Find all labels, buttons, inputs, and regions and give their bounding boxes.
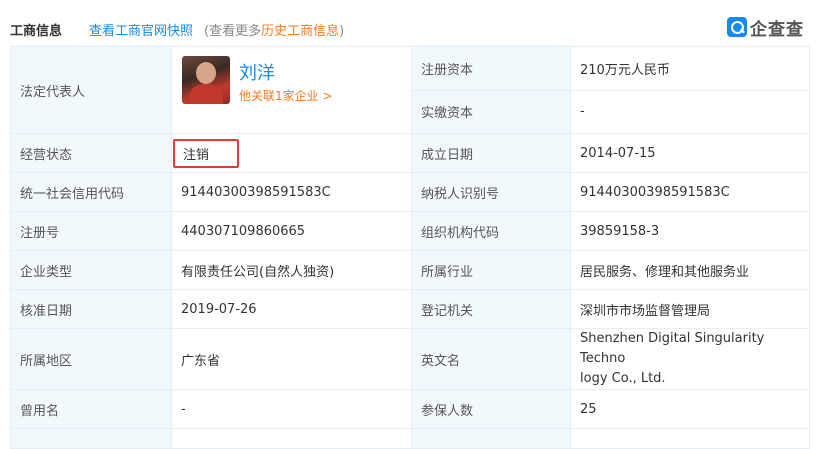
avatar[interactable]	[182, 56, 230, 104]
related-companies-link[interactable]: 他关联1家企业 >	[239, 87, 333, 104]
legal-rep-name-link[interactable]: 刘洋	[239, 59, 275, 85]
table-row: 统一社会信用代码 91440300398591583C 纳税人识别号 91440…	[10, 172, 810, 212]
industry-value: 居民服务、修理和其他服务业	[570, 250, 810, 290]
table-row: 核准日期 2019-07-26 登记机关 深圳市市场监督管理局	[10, 289, 810, 329]
credit-code-label: 统一社会信用代码	[10, 172, 172, 212]
taxpayer-id-value: 91440300398591583C	[570, 172, 810, 212]
table-row: 法定代表人 刘洋 他关联1家企业 > 注册资本 210万元人民币	[10, 46, 810, 134]
legal-rep-cell: 刘洋 他关联1家企业 >	[171, 46, 412, 134]
history-suffix: )	[339, 24, 345, 39]
region-label: 所属地区	[10, 328, 172, 390]
english-name-line2: logy Co., Ltd.	[580, 371, 666, 386]
insured-value: 25	[570, 389, 810, 429]
paid-capital-value: -	[570, 89, 810, 134]
authority-value: 深圳市市场监督管理局	[570, 289, 810, 329]
reg-no-value: 440307109860665	[171, 211, 412, 251]
english-name-label: 英文名	[411, 328, 571, 390]
brand-logo: 企查查	[727, 16, 804, 40]
region-value: 广东省	[171, 328, 412, 390]
english-name-line1: Shenzhen Digital Singularity Techno	[580, 331, 765, 366]
paid-capital-label: 实缴资本	[411, 89, 571, 134]
table-row: 所属地区 广东省 英文名 Shenzhen Digital Singularit…	[10, 328, 810, 390]
section-title: 工商信息	[10, 24, 63, 39]
table-row: 经营状态 注销 成立日期 2014-07-15	[10, 133, 810, 173]
taxpayer-id-label: 纳税人识别号	[411, 172, 571, 212]
insured-label: 参保人数	[411, 389, 571, 429]
authority-label: 登记机关	[411, 289, 571, 329]
section-header: 工商信息 查看工商官网快照 (查看更多历史工商信息) 企查查	[0, 0, 832, 46]
former-name-label: 曾用名	[10, 389, 172, 429]
business-info-table: 法定代表人 刘洋 他关联1家企业 > 注册资本 210万元人民币 实缴资本 - …	[10, 46, 810, 449]
reg-capital-value: 210万元人民币	[570, 46, 810, 91]
history-note: (查看更多历史工商信息)	[204, 20, 344, 39]
status-value-highlight: 注销	[173, 138, 239, 168]
reg-no-label: 注册号	[10, 211, 172, 251]
reg-capital-label: 注册资本	[411, 46, 571, 91]
credit-code-value: 91440300398591583C	[171, 172, 412, 212]
status-cell: 注销	[171, 133, 412, 173]
former-name-value: -	[171, 389, 412, 429]
est-date-label: 成立日期	[411, 133, 571, 173]
company-type-value: 有限责任公司(自然人独资)	[171, 250, 412, 290]
table-row: 企业类型 有限责任公司(自然人独资) 所属行业 居民服务、修理和其他服务业	[10, 250, 810, 290]
industry-label: 所属行业	[411, 250, 571, 290]
official-snapshot-link[interactable]: 查看工商官网快照	[89, 20, 193, 39]
approval-date-label: 核准日期	[10, 289, 172, 329]
status-label: 经营状态	[10, 133, 172, 173]
org-code-value: 39859158-3	[570, 211, 810, 251]
org-code-label: 组织机构代码	[411, 211, 571, 251]
brand-icon	[727, 17, 747, 37]
approval-date-value: 2019-07-26	[171, 289, 412, 329]
table-row: 注册号 440307109860665 组织机构代码 39859158-3	[10, 211, 810, 251]
brand-name: 企查查	[750, 19, 804, 40]
company-type-label: 企业类型	[10, 250, 172, 290]
est-date-value: 2014-07-15	[570, 133, 810, 173]
history-info-link[interactable]: 历史工商信息	[261, 24, 339, 39]
history-prefix: (查看更多	[204, 24, 262, 39]
table-row: 曾用名 - 参保人数 25	[10, 389, 810, 429]
legal-rep-label: 法定代表人	[10, 46, 172, 134]
english-name-value: Shenzhen Digital Singularity Techno logy…	[570, 328, 810, 390]
